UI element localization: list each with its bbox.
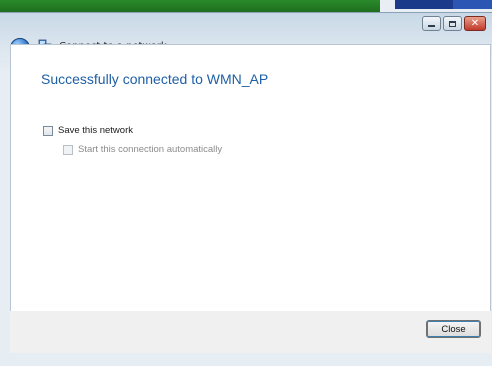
window-close-button[interactable]: ✕ (464, 16, 486, 31)
auto-start-option: Start this connection automatically (63, 144, 222, 155)
save-network-option[interactable]: Save this network (43, 125, 133, 136)
auto-start-checkbox (63, 144, 73, 155)
background-window-bar (0, 0, 380, 12)
dialog-footer: Close (10, 311, 491, 353)
caption-buttons: ✕ (422, 16, 486, 31)
minimize-button[interactable] (422, 16, 441, 31)
save-network-checkbox[interactable] (43, 125, 53, 136)
connection-status-heading: Successfully connected to WMN_AP (41, 71, 269, 87)
background-taskbar-segment (395, 0, 453, 9)
background-taskbar-segment-2 (453, 0, 492, 9)
save-network-label[interactable]: Save this network (58, 125, 133, 136)
auto-start-label: Start this connection automatically (78, 144, 223, 155)
close-icon: ✕ (470, 17, 480, 29)
content-pane: Successfully connected to WMN_AP Save th… (10, 44, 491, 312)
close-button[interactable]: Close (426, 320, 481, 338)
maximize-icon (449, 20, 456, 27)
minimize-icon (428, 25, 435, 27)
maximize-button[interactable] (443, 16, 462, 31)
